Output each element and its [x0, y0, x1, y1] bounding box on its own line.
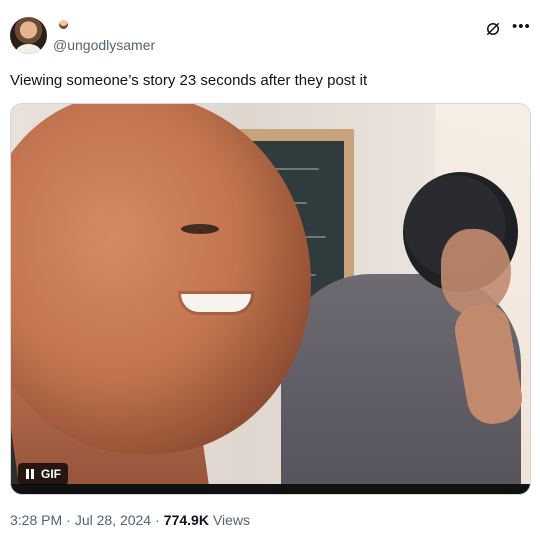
views-count[interactable]: 774.9K: [164, 512, 209, 528]
pause-icon: [25, 469, 35, 479]
emoji-icon: [59, 20, 68, 29]
avatar-shirt: [16, 44, 41, 54]
gif-label: GIF: [41, 467, 61, 481]
tweet-meta: 3:28 PM · Jul 28, 2024 · 774.9K Views: [10, 512, 250, 528]
gif-pause-button[interactable]: GIF: [18, 463, 68, 485]
tweet-text: Viewing someone’s story 23 seconds after…: [10, 72, 368, 89]
more-options-icon[interactable]: •••: [512, 19, 530, 38]
media-bottom-bar: [11, 484, 530, 494]
man-eye: [181, 224, 219, 234]
tweet-media-gif[interactable]: GIF: [10, 103, 531, 495]
user-avatar[interactable]: [10, 17, 47, 54]
tweet-header: @ungodlysamer •••: [10, 17, 530, 57]
profile-emoji-badge: [56, 17, 71, 32]
user-handle[interactable]: @ungodlysamer: [53, 37, 155, 53]
man-smile: [181, 294, 251, 312]
grok-icon[interactable]: [484, 20, 502, 38]
meta-separator: ·: [66, 512, 71, 528]
views-label: Views: [212, 512, 251, 528]
meta-separator: ·: [155, 512, 160, 528]
tweet-date[interactable]: Jul 28, 2024: [75, 512, 151, 528]
tweet-time[interactable]: 3:28 PM: [10, 512, 62, 528]
man-face: [11, 104, 311, 454]
person-face: [441, 229, 511, 314]
tweet-card: @ungodlysamer ••• Viewing someone’s stor…: [0, 0, 540, 543]
gif-scene: [11, 104, 530, 494]
